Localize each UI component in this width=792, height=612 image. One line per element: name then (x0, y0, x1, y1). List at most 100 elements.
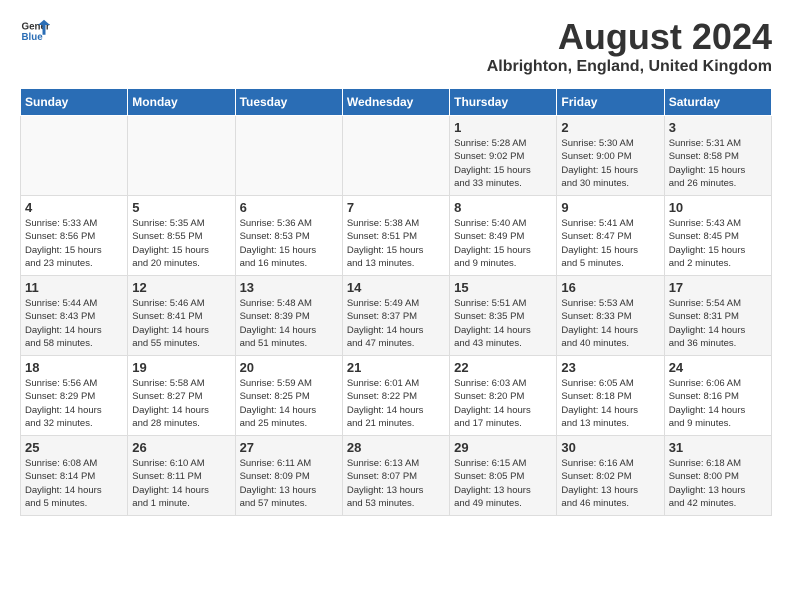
main-title: August 2024 (487, 16, 772, 58)
day-cell (128, 116, 235, 196)
day-number: 30 (561, 440, 659, 455)
day-cell (235, 116, 342, 196)
day-cell: 8Sunrise: 5:40 AM Sunset: 8:49 PM Daylig… (450, 196, 557, 276)
day-info: Sunrise: 5:28 AM Sunset: 9:02 PM Dayligh… (454, 137, 552, 190)
day-cell: 13Sunrise: 5:48 AM Sunset: 8:39 PM Dayli… (235, 276, 342, 356)
day-cell: 10 Sunrise: 5:43 AM Sunset: 8:45 PM Dayli… (664, 196, 771, 276)
day-number: 5 (132, 200, 230, 215)
day-info: Sunrise: 6:11 AM Sunset: 8:09 PM Dayligh… (240, 457, 338, 510)
day-cell: 3 Sunrise: 5:31 AM Sunset: 8:58 PM Daylig… (664, 116, 771, 196)
day-cell: 9 Sunrise: 5:41 AM Sunset: 8:47 PM Daylig… (557, 196, 664, 276)
day-info: Sunrise: 6:08 AM Sunset: 8:14 PM Dayligh… (25, 457, 123, 510)
day-number: 24 (669, 360, 767, 375)
day-number: 2 (561, 120, 659, 135)
day-number: 4 (25, 200, 123, 215)
week-row-5: 25 Sunrise: 6:08 AM Sunset: 8:14 PM Dayli… (21, 436, 772, 516)
week-row-3: 11Sunrise: 5:44 AM Sunset: 8:43 PM Dayli… (21, 276, 772, 356)
day-cell: 21Sunrise: 6:01 AM Sunset: 8:22 PM Dayli… (342, 356, 449, 436)
weekday-header-friday: Friday (557, 89, 664, 116)
day-info: Sunrise: 5:36 AM Sunset: 8:53 PM Dayligh… (240, 217, 338, 270)
day-info: Sunrise: 6:06 AM Sunset: 8:16 PM Dayligh… (669, 377, 767, 430)
day-cell: 4 Sunrise: 5:33 AM Sunset: 8:56 PM Daylig… (21, 196, 128, 276)
day-info: Sunrise: 5:46 AM Sunset: 8:41 PM Dayligh… (132, 297, 230, 350)
day-cell (21, 116, 128, 196)
day-info: Sunrise: 6:13 AM Sunset: 8:07 PM Dayligh… (347, 457, 445, 510)
day-info: Sunrise: 5:41 AM Sunset: 8:47 PM Dayligh… (561, 217, 659, 270)
weekday-header-thursday: Thursday (450, 89, 557, 116)
day-info: Sunrise: 5:59 AM Sunset: 8:25 PM Dayligh… (240, 377, 338, 430)
day-info: Sunrise: 6:03 AM Sunset: 8:20 PM Dayligh… (454, 377, 552, 430)
day-cell: 16 Sunrise: 5:53 AM Sunset: 8:33 PM Dayli… (557, 276, 664, 356)
logo: General Blue (20, 16, 50, 46)
svg-text:Blue: Blue (22, 32, 44, 43)
day-info: Sunrise: 5:40 AM Sunset: 8:49 PM Dayligh… (454, 217, 552, 270)
weekday-header-row: SundayMondayTuesdayWednesdayThursdayFrid… (21, 89, 772, 116)
day-number: 19 (132, 360, 230, 375)
day-cell: 25 Sunrise: 6:08 AM Sunset: 8:14 PM Dayli… (21, 436, 128, 516)
day-cell: 28 Sunrise: 6:13 AM Sunset: 8:07 PM Dayli… (342, 436, 449, 516)
day-info: Sunrise: 5:58 AM Sunset: 8:27 PM Dayligh… (132, 377, 230, 430)
day-number: 12 (132, 280, 230, 295)
day-number: 1 (454, 120, 552, 135)
day-cell: 31 Sunrise: 6:18 AM Sunset: 8:00 PM Dayli… (664, 436, 771, 516)
day-cell: 14 Sunrise: 5:49 AM Sunset: 8:37 PM Dayli… (342, 276, 449, 356)
day-info: Sunrise: 5:30 AM Sunset: 9:00 PM Dayligh… (561, 137, 659, 190)
weekday-header-wednesday: Wednesday (342, 89, 449, 116)
weekday-header-monday: Monday (128, 89, 235, 116)
day-cell: 24 Sunrise: 6:06 AM Sunset: 8:16 PM Dayli… (664, 356, 771, 436)
day-cell: 30 Sunrise: 6:16 AM Sunset: 8:02 PM Dayli… (557, 436, 664, 516)
day-cell: 12 Sunrise: 5:46 AM Sunset: 8:41 PM Dayli… (128, 276, 235, 356)
day-number: 23 (561, 360, 659, 375)
day-number: 21 (347, 360, 445, 375)
day-cell: 19 Sunrise: 5:58 AM Sunset: 8:27 PM Dayli… (128, 356, 235, 436)
day-number: 28 (347, 440, 445, 455)
day-cell: 17 Sunrise: 5:54 AM Sunset: 8:31 PM Dayli… (664, 276, 771, 356)
day-cell: 6 Sunrise: 5:36 AM Sunset: 8:53 PM Daylig… (235, 196, 342, 276)
day-number: 13 (240, 280, 338, 295)
day-info: Sunrise: 5:53 AM Sunset: 8:33 PM Dayligh… (561, 297, 659, 350)
day-cell: 2 Sunrise: 5:30 AM Sunset: 9:00 PM Daylig… (557, 116, 664, 196)
day-number: 3 (669, 120, 767, 135)
day-info: Sunrise: 5:38 AM Sunset: 8:51 PM Dayligh… (347, 217, 445, 270)
day-info: Sunrise: 5:49 AM Sunset: 8:37 PM Dayligh… (347, 297, 445, 350)
day-cell: 15Sunrise: 5:51 AM Sunset: 8:35 PM Dayli… (450, 276, 557, 356)
weekday-header-tuesday: Tuesday (235, 89, 342, 116)
day-number: 16 (561, 280, 659, 295)
day-cell: 20Sunrise: 5:59 AM Sunset: 8:25 PM Dayli… (235, 356, 342, 436)
day-number: 14 (347, 280, 445, 295)
day-number: 9 (561, 200, 659, 215)
day-info: Sunrise: 6:10 AM Sunset: 8:11 PM Dayligh… (132, 457, 230, 510)
day-number: 29 (454, 440, 552, 455)
day-info: Sunrise: 5:33 AM Sunset: 8:56 PM Dayligh… (25, 217, 123, 270)
subtitle: Albrighton, England, United Kingdom (487, 58, 772, 76)
day-cell: 27 Sunrise: 6:11 AM Sunset: 8:09 PM Dayli… (235, 436, 342, 516)
week-row-1: 1 Sunrise: 5:28 AM Sunset: 9:02 PM Daylig… (21, 116, 772, 196)
day-number: 15 (454, 280, 552, 295)
week-row-4: 18Sunrise: 5:56 AM Sunset: 8:29 PM Dayli… (21, 356, 772, 436)
day-info: Sunrise: 6:18 AM Sunset: 8:00 PM Dayligh… (669, 457, 767, 510)
calendar-table: SundayMondayTuesdayWednesdayThursdayFrid… (20, 88, 772, 516)
title-block: August 2024 Albrighton, England, United … (487, 16, 772, 76)
day-info: Sunrise: 6:16 AM Sunset: 8:02 PM Dayligh… (561, 457, 659, 510)
day-cell: 23 Sunrise: 6:05 AM Sunset: 8:18 PM Dayli… (557, 356, 664, 436)
day-number: 10 (669, 200, 767, 215)
logo-icon: General Blue (20, 16, 50, 46)
day-number: 18 (25, 360, 123, 375)
day-info: Sunrise: 6:05 AM Sunset: 8:18 PM Dayligh… (561, 377, 659, 430)
day-cell: 11Sunrise: 5:44 AM Sunset: 8:43 PM Dayli… (21, 276, 128, 356)
day-cell: 1 Sunrise: 5:28 AM Sunset: 9:02 PM Daylig… (450, 116, 557, 196)
day-cell: 29Sunrise: 6:15 AM Sunset: 8:05 PM Dayli… (450, 436, 557, 516)
day-cell: 5 Sunrise: 5:35 AM Sunset: 8:55 PM Daylig… (128, 196, 235, 276)
day-number: 25 (25, 440, 123, 455)
day-number: 27 (240, 440, 338, 455)
page-header: General Blue August 2024 Albrighton, Eng… (20, 16, 772, 76)
day-number: 6 (240, 200, 338, 215)
day-number: 26 (132, 440, 230, 455)
day-number: 31 (669, 440, 767, 455)
day-info: Sunrise: 5:43 AM Sunset: 8:45 PM Dayligh… (669, 217, 767, 270)
day-info: Sunrise: 5:54 AM Sunset: 8:31 PM Dayligh… (669, 297, 767, 350)
week-row-2: 4 Sunrise: 5:33 AM Sunset: 8:56 PM Daylig… (21, 196, 772, 276)
day-number: 17 (669, 280, 767, 295)
day-info: Sunrise: 5:35 AM Sunset: 8:55 PM Dayligh… (132, 217, 230, 270)
day-info: Sunrise: 5:31 AM Sunset: 8:58 PM Dayligh… (669, 137, 767, 190)
